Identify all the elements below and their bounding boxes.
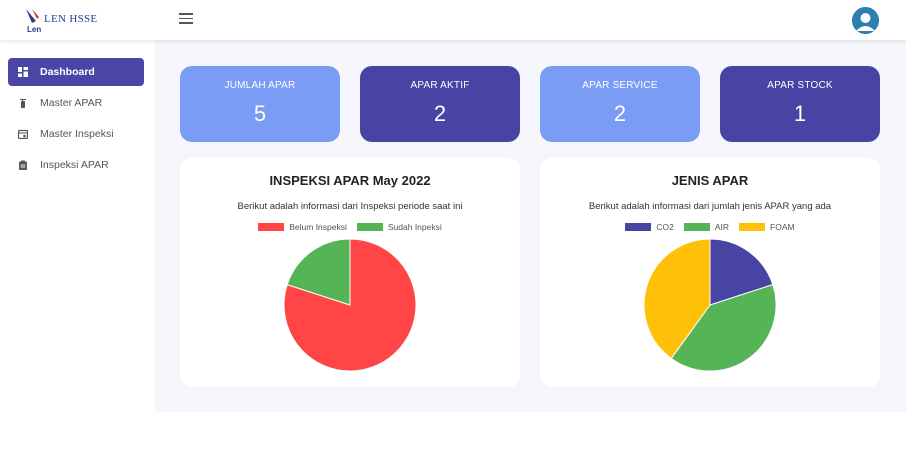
legend-label: AIR	[714, 222, 730, 232]
legend-item-air[interactable]: AIR	[683, 222, 730, 232]
sidebar-item-label: Master Inspeksi	[40, 128, 114, 140]
inspeksi-chart-panel: INSPEKSI APAR May 2022 Berikut adalah in…	[180, 158, 520, 387]
stat-label: APAR STOCK	[767, 80, 833, 91]
inspeksi-pie-chart	[283, 238, 417, 372]
legend-item-foam[interactable]: FOAM	[739, 222, 795, 232]
jenis-apar-pie-chart	[643, 238, 777, 372]
legend-swatch	[625, 223, 652, 231]
sidebar-item-label: Dashboard	[40, 66, 95, 78]
top-navbar: Len LEN HSSE	[0, 0, 906, 40]
panel-title: JENIS APAR	[671, 173, 749, 188]
clipboard-icon	[19, 160, 27, 170]
legend-swatch	[356, 223, 383, 231]
stat-label: APAR SERVICE	[582, 80, 658, 91]
calendar-icon	[18, 129, 28, 139]
sidebar-item-label: Master APAR	[40, 97, 103, 109]
sidebar-item-master-apar[interactable]: Master APAR	[8, 89, 144, 117]
sidebar: Dashboard Master APAR Master Inspeksi In…	[0, 40, 155, 412]
stat-label: APAR AKTIF	[410, 80, 470, 91]
user-avatar-icon[interactable]	[852, 7, 879, 34]
sidebar-item-master-inspeksi[interactable]: Master Inspeksi	[8, 120, 144, 148]
legend-swatch	[739, 223, 766, 231]
panel-subtitle: Berikut adalah informasi dari jumlah jen…	[588, 201, 832, 212]
legend-swatch	[683, 223, 710, 231]
sidebar-item-label: Inspeksi APAR	[40, 159, 109, 171]
logo-small-text: Len	[27, 25, 41, 34]
panel-subtitle: Berikut adalah informasi dari Inspeksi p…	[237, 201, 463, 212]
stat-card-apar-stock[interactable]: APAR STOCK 1	[720, 66, 880, 142]
main-content: JUMLAH APAR 5 APAR AKTIF 2 APAR SERVICE …	[155, 40, 906, 412]
stat-value: 1	[793, 101, 807, 126]
jenis-apar-chart-panel: JENIS APAR Berikut adalah informasi dari…	[540, 158, 880, 387]
legend-label: CO2	[656, 222, 674, 232]
stat-value: 2	[613, 101, 627, 126]
panel-title: INSPEKSI APAR May 2022	[269, 173, 431, 188]
sidebar-item-dashboard[interactable]: Dashboard	[8, 58, 144, 86]
footer	[0, 412, 906, 452]
legend-item-co2[interactable]: CO2	[625, 222, 674, 232]
legend-label: FOAM	[770, 222, 795, 232]
logo-text: LEN HSSE	[44, 13, 98, 25]
sidebar-item-inspeksi-apar[interactable]: Inspeksi APAR	[8, 151, 144, 179]
legend-label: Belum Inspeksi	[289, 222, 347, 232]
stat-card-jumlah-apar[interactable]: JUMLAH APAR 5	[180, 66, 340, 142]
stat-value: 2	[433, 101, 447, 126]
stat-card-apar-service[interactable]: APAR SERVICE 2	[540, 66, 700, 142]
hamburger-menu-icon[interactable]	[179, 13, 193, 25]
legend-label: Sudah Inpeksi	[387, 222, 442, 232]
legend-item-belum-inspeksi[interactable]: Belum Inspeksi	[258, 222, 347, 232]
stat-card-apar-aktif[interactable]: APAR AKTIF 2	[360, 66, 520, 142]
legend-item-sudah-inpeksi[interactable]: Sudah Inpeksi	[356, 222, 442, 232]
extinguisher-icon	[20, 99, 26, 108]
chart-legend: Belum Inspeksi Sudah Inpeksi	[180, 222, 520, 232]
legend-swatch	[258, 223, 285, 231]
stat-label: JUMLAH APAR	[224, 80, 296, 91]
chart-legend: CO2 AIR FOAM	[540, 222, 880, 232]
dashboard-icon	[18, 67, 28, 77]
stat-value: 5	[253, 101, 267, 126]
